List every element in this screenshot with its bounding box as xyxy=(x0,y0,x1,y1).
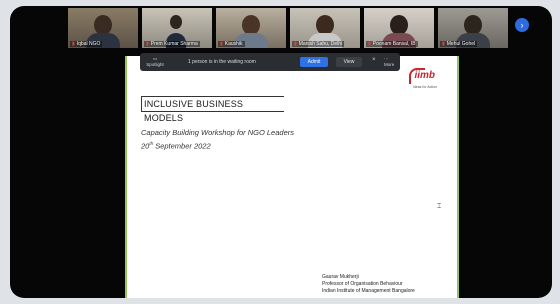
waiting-room-notice: 1 person is in the waiting room xyxy=(188,59,256,65)
mic-muted-icon: ▮ xyxy=(146,41,149,47)
meeting-window: ▮ Iqbal NGO ▮ Prem Kumar Sharma ▮ Kaushik ▮… xyxy=(10,6,552,298)
participant-name: Kaushik xyxy=(224,41,243,47)
participant-tile[interactable]: ▮ Manish Sahu, Delhi xyxy=(290,8,360,48)
mic-muted-icon: ▮ xyxy=(294,41,297,47)
presenter-name: Gaurav Mukherji xyxy=(322,274,359,280)
mic-muted-icon: ▮ xyxy=(220,41,223,47)
zoom-toolbar: ▭ Spotlight 1 person is in the waiting ro… xyxy=(140,53,400,71)
more-button[interactable]: ⋯ More xyxy=(384,56,394,67)
iimb-logo: iimb Ideas for Action xyxy=(405,68,439,92)
mic-muted-icon: ▮ xyxy=(442,41,445,47)
mic-muted-icon: ▮ xyxy=(368,41,371,47)
mouse-cursor-icon: ⌶ xyxy=(437,203,442,210)
participant-name: Mehul Gohel xyxy=(446,41,476,47)
participant-tile[interactable]: ▮ Prem Kumar Sharma xyxy=(142,8,212,48)
admit-button[interactable]: Admit xyxy=(300,57,328,67)
participant-name: Prem Kumar Sharma xyxy=(150,41,198,47)
shared-slide: iimb Ideas for Action INCLUSIVE BUSINESS… xyxy=(125,56,459,298)
next-page-icon[interactable]: › xyxy=(515,18,529,32)
participant-tile[interactable]: ▮ Kaushik xyxy=(216,8,286,48)
spotlight-button[interactable]: ▭ Spotlight xyxy=(146,56,164,67)
participant-strip: ▮ Iqbal NGO ▮ Prem Kumar Sharma ▮ Kaushik ▮… xyxy=(68,6,528,50)
slide-date: 20th September 2022 xyxy=(141,141,211,151)
participant-tile[interactable]: ▮ Poonam Bansal, IB xyxy=(364,8,434,48)
presenter-role: Professor of Organisation Behaviour xyxy=(322,281,403,288)
participant-name: Poonam Bansal, IB xyxy=(372,41,416,47)
participant-tile[interactable]: ▮ Iqbal NGO xyxy=(68,8,138,48)
mic-muted-icon: ▮ xyxy=(72,41,75,47)
slide-subtitle: Capacity Building Workshop for NGO Leade… xyxy=(141,128,294,137)
slide-title: INCLUSIVE BUSINESS MODELS xyxy=(141,96,284,123)
view-button[interactable]: View xyxy=(336,57,362,67)
participant-tile[interactable]: ▮ Mehul Gohel xyxy=(438,8,508,48)
presenter-credits: Gaurav Mukherji Professor of Organisatio… xyxy=(322,274,415,296)
participant-name: Iqbal NGO xyxy=(76,41,101,47)
close-icon[interactable]: × xyxy=(372,57,376,63)
participant-name: Manish Sahu, Delhi xyxy=(298,41,343,47)
presenter-org: Indian Institute of Management Bangalore xyxy=(322,288,415,295)
